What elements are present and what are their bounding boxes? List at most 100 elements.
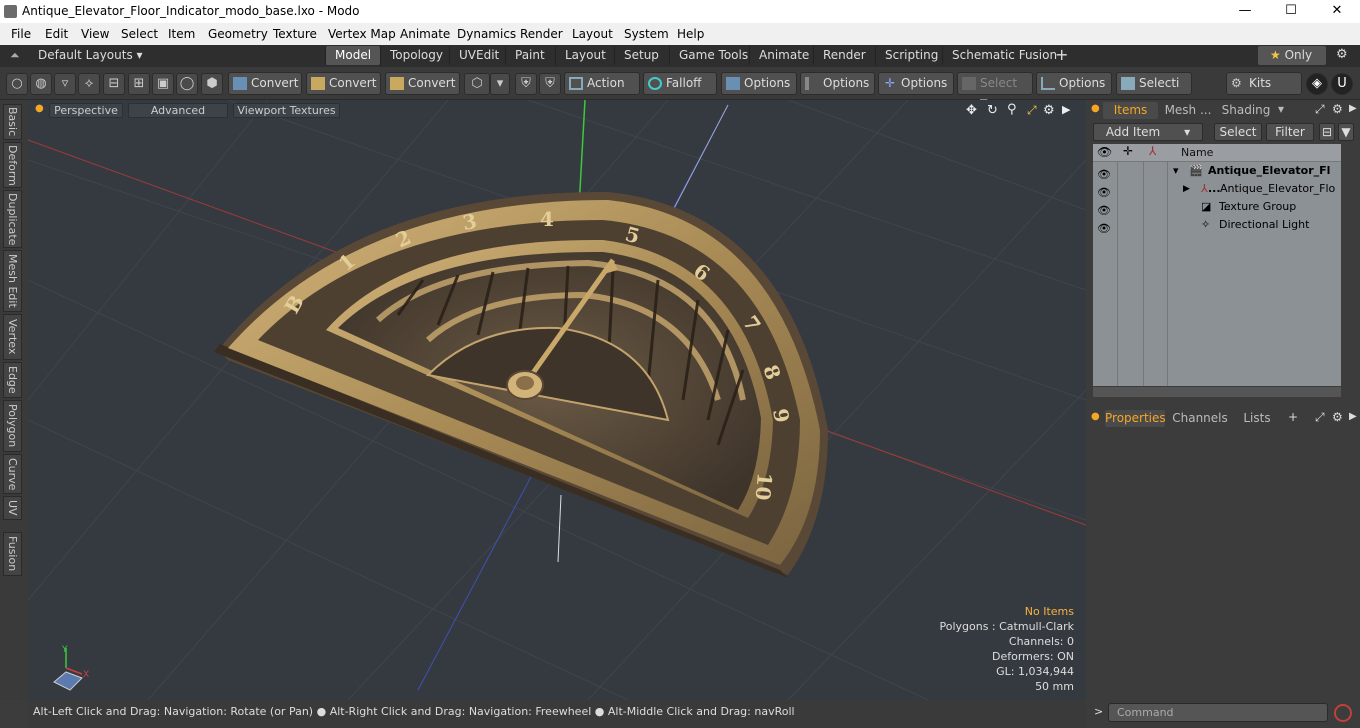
tab-polygon[interactable]: Polygon: [3, 400, 22, 452]
menu-render[interactable]: Render: [520, 27, 563, 41]
add-tab-button[interactable]: +: [1288, 410, 1298, 424]
panel-maximize-icon[interactable]: ⤢: [1315, 102, 1325, 117]
action-center-button[interactable]: Action …: [564, 72, 640, 111]
list-item[interactable]: 👁 ▾ 🎬 Antique_Elevator_Fl ...: [1093, 162, 1341, 195]
list-item[interactable]: 👁 ✧ Directional Light: [1093, 216, 1341, 235]
add-item-button[interactable]: Add Item ▾: [1093, 123, 1203, 141]
convert-button-3[interactable]: Convert: [385, 72, 460, 95]
expand-arrow-icon[interactable]: ▾: [1173, 162, 1179, 180]
tab-mesh-edit[interactable]: Mesh Edit: [3, 250, 22, 312]
tab-paint[interactable]: Paint: [505, 46, 554, 65]
tab-basic[interactable]: Basic: [3, 104, 22, 140]
tab-duplicate[interactable]: Duplicate: [3, 190, 22, 248]
tab-properties[interactable]: Properties: [1105, 410, 1166, 427]
material-select-icon[interactable]: ⟡: [78, 73, 100, 95]
close-button[interactable]: ✕: [1314, 0, 1360, 23]
eye-icon[interactable]: 👁: [1097, 166, 1111, 181]
menu-texture[interactable]: Texture: [273, 27, 317, 41]
falloff-button[interactable]: Falloff: [643, 72, 717, 95]
mesh-mode-icon[interactable]: ⬢: [201, 73, 223, 95]
snap-icon[interactable]: ⛨: [539, 73, 561, 95]
rotate-view-icon[interactable]: ↻: [987, 103, 998, 118]
tab-model[interactable]: Model: [325, 46, 381, 65]
tab-vertex[interactable]: Vertex: [3, 314, 22, 360]
tab-animate[interactable]: Animate: [749, 46, 818, 65]
panel-menu-dot-icon[interactable]: ●: [1091, 411, 1100, 422]
options-button-4[interactable]: Options: [1036, 72, 1112, 95]
tab-fusion[interactable]: Fusion: [3, 532, 22, 576]
panel-expand-icon[interactable]: ▶: [1349, 411, 1357, 422]
symmetry-icon[interactable]: ⛨: [515, 73, 537, 95]
select-button[interactable]: Select: [1214, 123, 1262, 141]
options-button-1[interactable]: Options: [721, 72, 797, 95]
menu-item[interactable]: Item: [168, 27, 195, 41]
falloff-select-icon[interactable]: ◯: [176, 73, 198, 95]
collapse-icon[interactable]: ⏶: [10, 48, 20, 63]
unity-icon[interactable]: ◈: [1306, 73, 1328, 95]
tab-curve[interactable]: Curve: [3, 454, 22, 494]
only-toggle[interactable]: ★ Only: [1258, 46, 1326, 65]
tab-channels[interactable]: Channels: [1172, 410, 1228, 427]
menu-select[interactable]: Select: [121, 27, 158, 41]
tab-game-tools[interactable]: Game Tools: [669, 46, 757, 65]
funnel-icon[interactable]: ▼: [1338, 123, 1354, 141]
kits-button[interactable]: ⚙ Kits: [1226, 72, 1302, 95]
chevron-down-icon[interactable]: ▾: [1278, 102, 1284, 116]
perspective-button[interactable]: Perspective: [49, 103, 123, 118]
options-button-2[interactable]: Options: [800, 72, 875, 95]
maximize-button[interactable]: ☐: [1268, 0, 1314, 23]
tab-shading[interactable]: Shading: [1218, 102, 1274, 119]
eye-icon[interactable]: 👁: [1097, 184, 1111, 199]
viewport-settings-icon[interactable]: ⚙: [1043, 103, 1055, 118]
viewport-menu-dot-icon[interactable]: ●: [35, 103, 44, 114]
maximize-view-icon[interactable]: ⤢: [1027, 103, 1037, 118]
tab-edge[interactable]: Edge: [3, 362, 22, 398]
menu-help[interactable]: Help: [677, 27, 704, 41]
layout-preset-dropdown[interactable]: Default Layouts ▾: [38, 48, 143, 62]
cube-icon[interactable]: ⬡: [464, 73, 490, 95]
convert-button-2[interactable]: Convert: [306, 72, 381, 95]
filter-button[interactable]: Filter: [1266, 123, 1314, 141]
list-item[interactable]: 👁 ▶ ⅄ Antique_Elevator_Flo ...: [1093, 180, 1341, 213]
menu-layout[interactable]: Layout: [572, 27, 613, 41]
tab-lists[interactable]: Lists: [1234, 410, 1280, 427]
move-view-icon[interactable]: ✥: [966, 103, 977, 118]
expand-arrow-icon[interactable]: ▶: [1183, 180, 1190, 198]
menu-view[interactable]: View: [81, 27, 109, 41]
minimize-button[interactable]: —: [1222, 0, 1268, 23]
advanced-button[interactable]: Advanced: [128, 103, 228, 118]
center-select-icon[interactable]: ⊞: [128, 73, 150, 95]
tab-schematic-fusion[interactable]: Schematic Fusion: [942, 46, 1066, 65]
item-list[interactable]: 👁 ✛ ⅄ Name 👁 ▾ 🎬 Antique_Elevator_Fl ...…: [1093, 144, 1341, 386]
menu-dynamics[interactable]: Dynamics: [457, 27, 516, 41]
tab-uvedit[interactable]: UVEdit: [449, 46, 508, 65]
add-layout-tab-button[interactable]: +: [1055, 45, 1068, 64]
tab-topology[interactable]: Topology: [380, 46, 452, 65]
pivot-select-icon[interactable]: ▣: [152, 73, 174, 95]
panel-settings-icon[interactable]: ⚙: [1332, 102, 1343, 116]
menu-edit[interactable]: Edit: [45, 27, 68, 41]
command-input[interactable]: Command: [1108, 703, 1328, 722]
tab-scripting[interactable]: Scripting: [875, 46, 947, 65]
viewport-textures-button[interactable]: Viewport Textures: [233, 103, 340, 118]
tab-render[interactable]: Render: [813, 46, 875, 65]
tab-setup[interactable]: Setup: [614, 46, 668, 65]
collapse-all-icon[interactable]: ⊟: [1319, 123, 1335, 141]
select-through-button[interactable]: Select T...: [957, 72, 1033, 111]
eye-icon[interactable]: 👁: [1097, 220, 1111, 235]
panel-settings-icon[interactable]: ⚙: [1332, 410, 1343, 424]
menu-animate[interactable]: Animate: [400, 27, 450, 41]
chevron-down-icon[interactable]: ▾: [490, 73, 510, 95]
name-column-header[interactable]: Name: [1181, 146, 1213, 159]
tab-deform[interactable]: Deform: [3, 142, 22, 188]
menu-geometry[interactable]: Geometry: [208, 27, 268, 41]
convert-button-1[interactable]: Convert: [228, 72, 302, 95]
vertex-select-icon[interactable]: ○: [6, 73, 28, 95]
eye-icon[interactable]: 👁: [1097, 202, 1111, 217]
gear-icon[interactable]: ⚙: [1336, 47, 1348, 62]
item-list-scrollbar[interactable]: [1093, 387, 1341, 397]
polygon-select-icon[interactable]: ▿: [54, 73, 76, 95]
menu-file[interactable]: File: [11, 27, 31, 41]
record-macro-icon[interactable]: [1334, 704, 1352, 722]
list-item[interactable]: 👁 ◪ Texture Group: [1093, 198, 1341, 217]
